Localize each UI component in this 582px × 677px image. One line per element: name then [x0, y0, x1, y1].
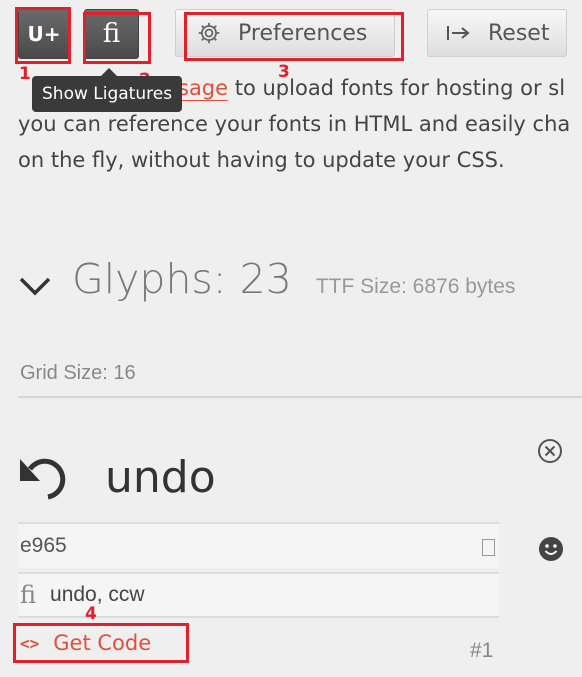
grid-size-label: Grid Size: 16 [20, 362, 136, 384]
undo-icon [20, 458, 66, 500]
divider [18, 396, 582, 398]
show-ligatures-label: fi [102, 19, 121, 49]
annotation-number-4: 4 [85, 604, 97, 624]
get-code-label: Get Code [53, 631, 152, 655]
reset-icon [447, 26, 470, 40]
code-icon: <> [20, 633, 40, 653]
chevron-down-icon[interactable] [18, 275, 52, 297]
close-icon[interactable] [537, 438, 563, 464]
annotation-number-1: 1 [19, 64, 31, 84]
reset-label: Reset [488, 20, 550, 46]
ttf-size: TTF Size: 6876 bytes [315, 275, 516, 298]
glyph-index: #1 [470, 639, 494, 662]
show-codes-label: U+ [27, 22, 61, 46]
glyph-code-field[interactable]: e965 [18, 522, 499, 568]
ligatures-value: undo, ccw [50, 583, 145, 606]
preferences-button[interactable]: Preferences [175, 9, 395, 57]
glyph-code-value: e965 [20, 534, 67, 557]
usage-link[interactable]: sage [178, 76, 229, 101]
reset-button[interactable]: Reset [427, 9, 567, 57]
preferences-label: Preferences [238, 20, 368, 46]
glyph-preview-box [482, 539, 495, 556]
show-ligatures-button[interactable]: fi [84, 9, 139, 59]
smiley-icon[interactable] [538, 536, 564, 562]
show-codes-button[interactable]: U+ [18, 9, 70, 59]
gear-icon [198, 22, 220, 44]
glyphs-count-title: Glyphs: 23 [72, 255, 292, 303]
annotation-number-3: 3 [278, 62, 290, 82]
glyphs-section-header[interactable]: Glyphs: 23 TTF Size: 6876 bytes [18, 255, 515, 303]
intro-line-3: on the fly, without having to update you… [18, 148, 505, 172]
get-code-button[interactable]: <> Get Code [20, 631, 151, 655]
ligature-icon: ﬁ [20, 581, 37, 609]
ligatures-tooltip: Show Ligatures [32, 76, 183, 112]
glyph-name: undo [105, 452, 216, 503]
tooltip-arrow [101, 68, 117, 76]
